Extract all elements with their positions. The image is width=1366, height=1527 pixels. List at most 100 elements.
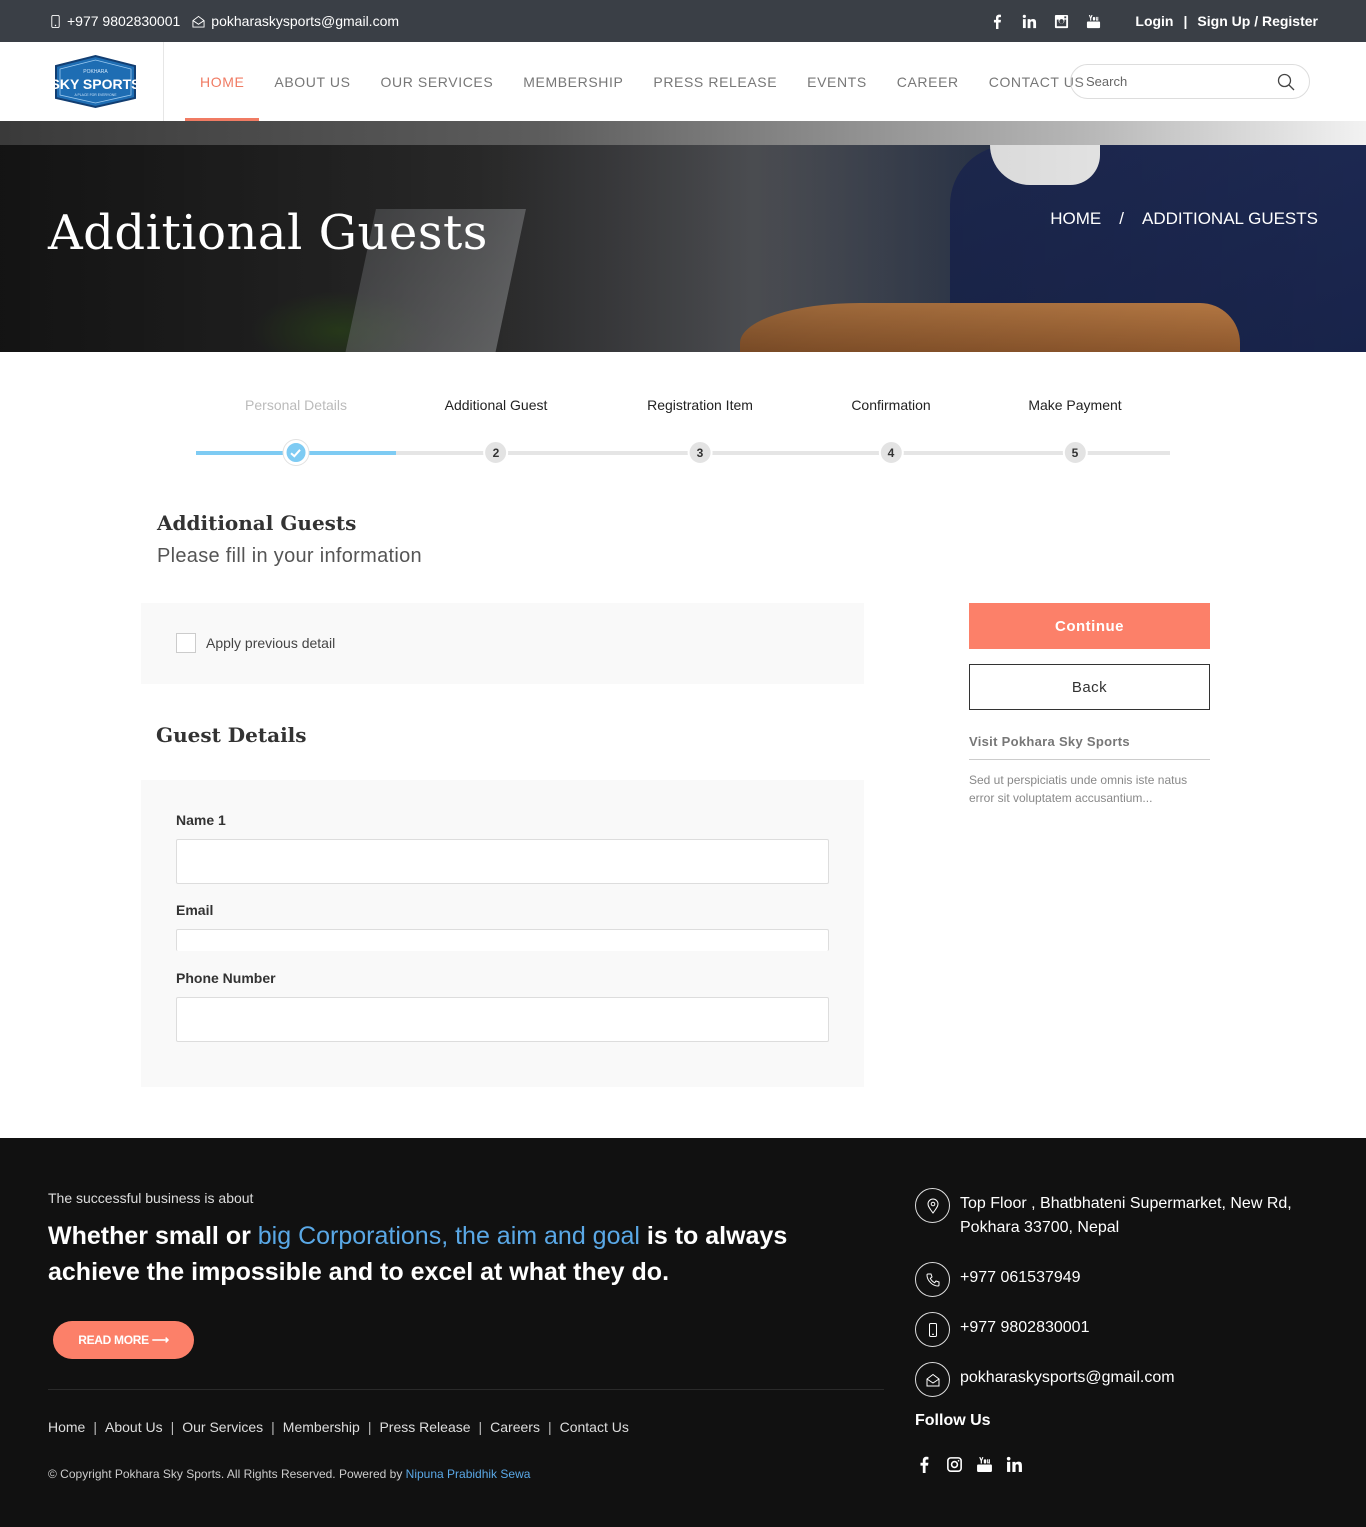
footer-link-our-services[interactable]: Our Services	[182, 1419, 263, 1435]
search-icon[interactable]	[1277, 73, 1295, 91]
phone-label: Phone Number	[176, 970, 276, 986]
facebook-icon[interactable]	[915, 1454, 933, 1474]
apply-previous-panel: Apply previous detail	[141, 603, 864, 684]
step-number: 4	[878, 440, 904, 465]
envelope-icon	[926, 1373, 939, 1386]
breadcrumb: HOME / ADDITIONAL GUESTS	[1050, 209, 1318, 229]
instagram-icon[interactable]	[945, 1454, 963, 1474]
facebook-icon[interactable]	[989, 13, 1005, 29]
footer-link-contact-us[interactable]: Contact Us	[560, 1419, 629, 1435]
step-make-payment[interactable]: Make Payment 5	[1028, 395, 1122, 465]
email-label: Email	[176, 902, 214, 918]
footer-links: Home | About Us | Our Services | Membership…	[48, 1419, 629, 1435]
top-bar: +977 9802830001 pokharaskysports@gmail.c…	[0, 0, 1366, 42]
visit-description: Sed ut perspiciatis unde omnis iste natu…	[969, 773, 1188, 805]
name-field[interactable]	[176, 839, 829, 884]
guest-details-title: Guest Details	[156, 723, 307, 747]
linkedin-icon[interactable]	[1021, 13, 1037, 29]
footer-phone-mobile[interactable]: +977 9802830001	[915, 1312, 1089, 1347]
topbar-email-text: pokharaskysports@gmail.com	[211, 13, 400, 29]
location-pin-icon	[926, 1198, 939, 1214]
footer-headline: Whether small or big Corporations, the a…	[48, 1222, 788, 1286]
youtube-icon[interactable]	[1085, 13, 1101, 29]
site-logo[interactable]: POKHARA SKY SPORTS A PLACE FOR EVERYONE	[48, 54, 143, 109]
follow-us-title: Follow Us	[915, 1412, 991, 1429]
search-box	[1070, 64, 1310, 99]
footer-email[interactable]: pokharaskysports@gmail.com	[915, 1362, 1175, 1397]
breadcrumb-home[interactable]: HOME	[1050, 209, 1101, 229]
footer-kicker: The successful business is about	[48, 1190, 254, 1206]
read-more-button[interactable]: READ MORE ⟶	[53, 1321, 194, 1359]
instagram-icon[interactable]	[1053, 13, 1069, 29]
step-confirmation[interactable]: Confirmation 4	[851, 395, 931, 465]
step-label: Personal Details	[245, 397, 347, 413]
guest-details-panel: Name 1 Email Phone Number	[141, 780, 864, 1087]
footer-phone-landline[interactable]: +977 061537949	[915, 1262, 1081, 1297]
nav-events[interactable]: EVENTS	[792, 42, 882, 121]
footer-address-text: Top Floor , Bhatbhateni Supermarket, New…	[960, 1195, 1292, 1236]
footer-link-press-release[interactable]: Press Release	[379, 1419, 470, 1435]
nav-about-us[interactable]: ABOUT US	[259, 42, 365, 121]
topbar-phone-text: +977 9802830001	[67, 13, 181, 29]
apply-previous-label: Apply previous detail	[206, 635, 336, 651]
step-label: Confirmation	[851, 397, 931, 413]
svg-text:POKHARA: POKHARA	[83, 69, 108, 75]
step-personal-details[interactable]: Personal Details	[245, 395, 347, 465]
progress-steps: Personal Details Additional Guest 2 Regi…	[196, 395, 1170, 475]
youtube-icon[interactable]	[975, 1454, 993, 1474]
step-label: Registration Item	[647, 397, 753, 413]
name-label: Name 1	[176, 812, 226, 828]
auth-separator: |	[1183, 13, 1188, 29]
step-number: 3	[687, 440, 713, 465]
back-button[interactable]: Back	[969, 664, 1210, 710]
footer-social	[915, 1454, 1023, 1474]
nav-press-release[interactable]: PRESS RELEASE	[638, 42, 792, 121]
nav-home[interactable]: HOME	[185, 42, 260, 121]
email-field[interactable]	[176, 929, 829, 951]
topbar-email[interactable]: pokharaskysports@gmail.com	[192, 13, 399, 29]
step-label: Additional Guest	[444, 397, 548, 413]
step-number: 5	[1062, 440, 1088, 465]
footer-phone1-text: +977 061537949	[960, 1269, 1081, 1286]
footer-link-about-us[interactable]: About Us	[105, 1419, 163, 1435]
step-number: 2	[483, 440, 509, 465]
step-registration-item[interactable]: Registration Item 3	[647, 395, 753, 465]
footer-link-membership[interactable]: Membership	[283, 1419, 360, 1435]
site-footer: The successful business is about Whether…	[0, 1138, 1366, 1527]
nav-our-services[interactable]: OUR SERVICES	[366, 42, 509, 121]
signup-link[interactable]: Sign Up / Register	[1197, 13, 1318, 29]
step-additional-guest[interactable]: Additional Guest 2	[444, 395, 548, 465]
step-circle-done	[283, 440, 309, 465]
linkedin-icon[interactable]	[1005, 1454, 1023, 1474]
footer-email-text: pokharaskysports@gmail.com	[960, 1369, 1175, 1386]
header-divider	[163, 42, 164, 121]
nav-membership[interactable]: MEMBERSHIP	[508, 42, 638, 121]
svg-text:SKY SPORTS: SKY SPORTS	[51, 76, 141, 92]
nav-career[interactable]: CAREER	[882, 42, 974, 121]
breadcrumb-separator: /	[1119, 209, 1124, 228]
login-link[interactable]: Login	[1135, 13, 1173, 29]
footer-headline-highlight: big Corporations, the aim and goal	[257, 1222, 640, 1250]
form-title: Additional Guests	[157, 511, 357, 535]
svg-text:A PLACE FOR EVERYONE: A PLACE FOR EVERYONE	[75, 93, 118, 97]
footer-link-home[interactable]: Home	[48, 1419, 85, 1435]
footer-phone2-text: +977 9802830001	[960, 1319, 1090, 1336]
checkbox-box[interactable]	[176, 633, 196, 653]
topbar-social	[989, 13, 1101, 29]
phone-field[interactable]	[176, 997, 829, 1042]
main-header: POKHARA SKY SPORTS A PLACE FOR EVERYONE …	[0, 42, 1366, 121]
search-input[interactable]	[1086, 74, 1277, 89]
form-subtitle: Please fill in your information	[157, 545, 422, 567]
apply-previous-checkbox[interactable]: Apply previous detail	[176, 633, 335, 653]
continue-button[interactable]: Continue	[969, 603, 1210, 649]
step-label: Make Payment	[1028, 397, 1122, 413]
topbar-phone[interactable]: +977 9802830001	[50, 13, 180, 29]
powered-by-link[interactable]: Nipuna Prabidhik Sewa	[406, 1467, 531, 1481]
footer-link-careers[interactable]: Careers	[490, 1419, 540, 1435]
mobile-icon	[928, 1322, 937, 1337]
footer-divider	[48, 1389, 884, 1390]
main-nav: HOME ABOUT US OUR SERVICES MEMBERSHIP PR…	[185, 42, 1099, 121]
phone-icon	[925, 1273, 939, 1287]
visit-title: Visit Pokhara Sky Sports	[969, 734, 1210, 760]
breadcrumb-current: ADDITIONAL GUESTS	[1141, 209, 1318, 228]
